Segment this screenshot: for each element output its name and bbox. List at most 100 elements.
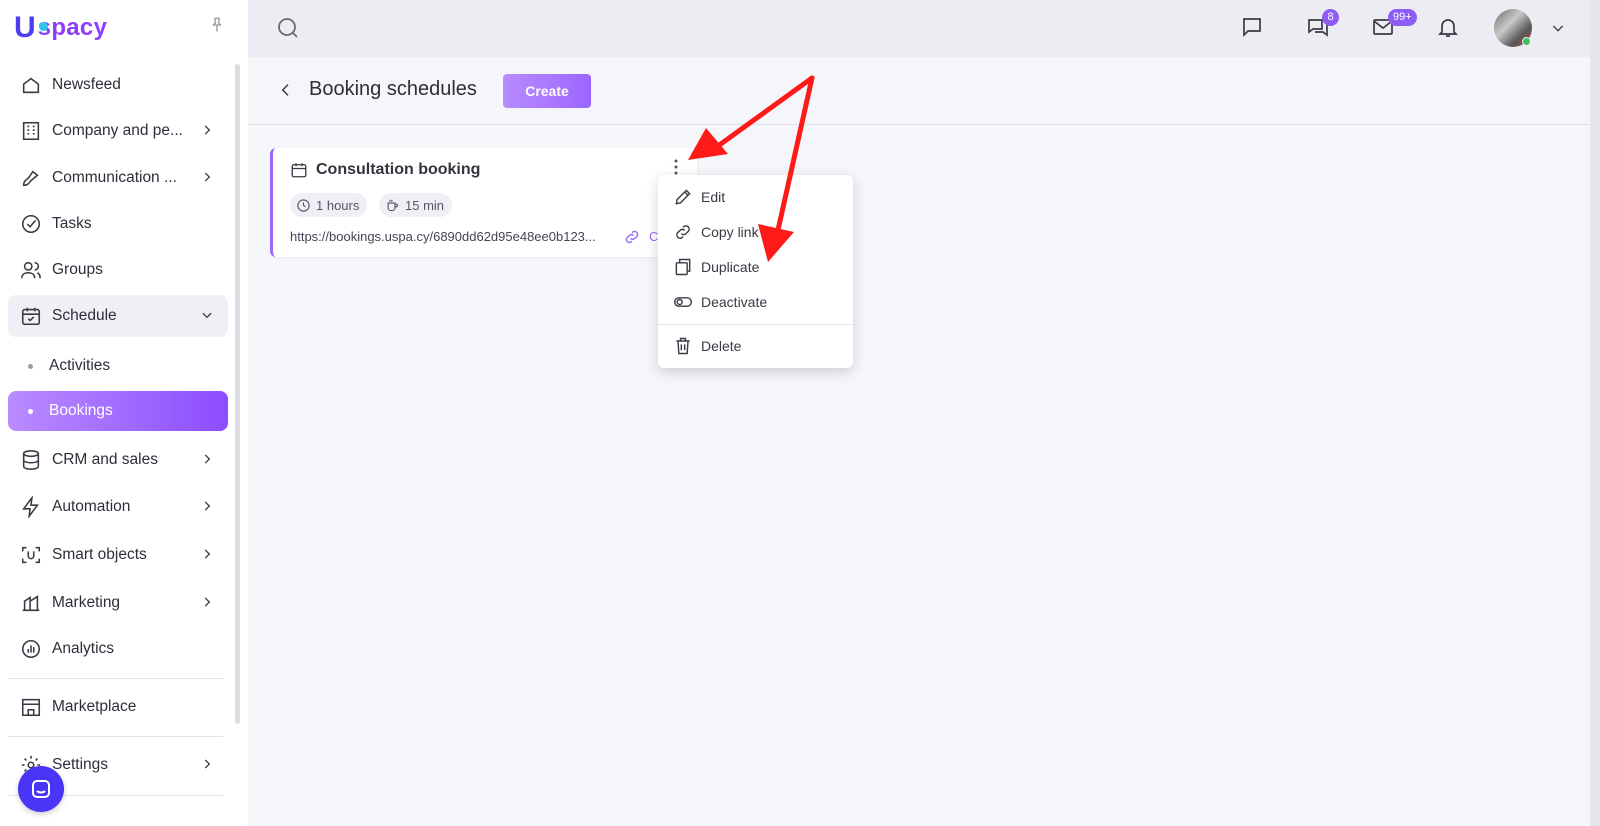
communication-icon (20, 167, 42, 189)
sidebar-item-marketing[interactable]: Marketing (8, 582, 228, 624)
menu-item-delete[interactable]: Delete (658, 329, 853, 363)
menu-item-label: Delete (701, 338, 742, 354)
sidebar-item-crm[interactable]: CRM and sales (8, 439, 228, 481)
chevron-down-icon (202, 312, 212, 319)
sidebar-subitem-label: Bookings (49, 402, 113, 419)
duration-value: 1 hours (316, 197, 360, 213)
menu-divider (658, 324, 853, 325)
store-icon (20, 696, 42, 718)
chevron-right-icon (204, 125, 211, 135)
sidebar: U spacy Newsfeed Company and pe... Commu… (0, 0, 248, 826)
bullet (28, 363, 33, 369)
back-arrow-icon[interactable] (278, 82, 294, 98)
sidebar-item-tasks[interactable]: Tasks (8, 203, 228, 245)
calendar-icon (20, 305, 42, 327)
chart-icon (20, 638, 42, 660)
pin-icon[interactable] (208, 16, 226, 34)
sidebar-item-company[interactable]: Company and pe... (8, 110, 228, 152)
calendar-icon (291, 163, 307, 178)
page-title: Booking schedules (309, 78, 477, 100)
sidebar-item-label: Newsfeed (52, 76, 121, 93)
sidebar-item-label: Schedule (52, 307, 117, 324)
break-chip: 15 min (379, 193, 453, 217)
create-button[interactable]: Create (503, 74, 591, 108)
booking-url[interactable]: https://bookings.uspa.cy/6890dd62d95e48e… (290, 229, 596, 244)
sidebar-subitem-bookings[interactable]: Bookings (8, 391, 228, 431)
chevron-down-icon[interactable] (1550, 20, 1566, 36)
more-options-icon[interactable] (670, 158, 682, 176)
menu-item-edit[interactable]: Edit (658, 180, 853, 214)
sidebar-item-label: Tasks (52, 215, 92, 232)
sidebar-item-label: Communication ... (52, 169, 177, 186)
messages-button[interactable] (1239, 14, 1265, 40)
copy-link-text[interactable]: C (649, 229, 658, 244)
bell-icon (1437, 19, 1459, 37)
search-icon[interactable] (276, 16, 300, 40)
break-value: 15 min (405, 197, 445, 213)
toggle-icon (673, 292, 693, 312)
menu-item-label: Copy link (701, 224, 759, 240)
sidebar-divider (8, 736, 223, 737)
bullet (28, 408, 33, 414)
sidebar-item-schedule[interactable]: Schedule (8, 295, 228, 337)
sidebar-item-marketplace[interactable]: Marketplace (8, 686, 228, 728)
chevron-right-icon (204, 172, 211, 182)
support-chat-button[interactable] (18, 766, 64, 812)
sidebar-item-label: Automation (52, 498, 131, 515)
chat-bubble-icon (32, 780, 50, 798)
clock-icon (297, 198, 310, 212)
sidebar-item-label: Company and pe... (52, 122, 183, 139)
chevron-right-icon (204, 759, 211, 769)
pencil-icon (673, 187, 693, 207)
menu-item-label: Duplicate (701, 259, 760, 275)
sidebar-item-label: Marketing (52, 594, 121, 611)
database-icon (20, 449, 42, 471)
home-icon (20, 74, 42, 96)
chevron-right-icon (204, 454, 211, 464)
chevron-right-icon (204, 597, 211, 607)
menu-item-label: Deactivate (701, 294, 768, 310)
notifications-button[interactable] (1435, 14, 1461, 40)
smart-objects-icon (20, 544, 42, 566)
sidebar-subitem-activities[interactable]: Activities (8, 346, 228, 386)
sidebar-item-label: Smart objects (52, 546, 147, 563)
chat-count-badge: 8 (1322, 9, 1339, 26)
mail-count-badge: 99+ (1388, 9, 1417, 26)
message-square-icon (1243, 18, 1261, 38)
sidebar-item-analytics[interactable]: Analytics (8, 628, 228, 670)
chevron-right-icon (204, 501, 211, 511)
menu-item-duplicate[interactable]: Duplicate (658, 250, 853, 284)
sidebar-item-label: Analytics (52, 640, 115, 657)
building-icon (20, 120, 42, 142)
booking-title[interactable]: Consultation booking (316, 161, 480, 179)
lightning-icon (20, 496, 42, 518)
logo-text: spacy (37, 14, 108, 41)
link-icon[interactable] (623, 228, 641, 246)
sidebar-scrollbar[interactable] (235, 64, 240, 724)
online-status-dot (1522, 37, 1531, 46)
duplicate-icon (673, 257, 693, 277)
sidebar-item-label: Settings (52, 756, 109, 773)
sidebar-item-newsfeed[interactable]: Newsfeed (8, 64, 228, 106)
trash-icon (673, 336, 693, 356)
link-icon (673, 222, 693, 242)
sidebar-item-label: Marketplace (52, 698, 137, 715)
sidebar-item-communication[interactable]: Communication ... (8, 157, 228, 199)
check-circle-icon (20, 213, 42, 235)
app-logo[interactable]: U spacy (14, 10, 107, 46)
marketing-icon (20, 592, 42, 614)
logo-dot (39, 22, 48, 31)
logo-mark: U (14, 11, 36, 44)
sidebar-item-label: CRM and sales (52, 451, 158, 468)
duration-chip: 1 hours (290, 193, 368, 217)
menu-item-deactivate[interactable]: Deactivate (658, 285, 853, 319)
sidebar-item-smart-objects[interactable]: Smart objects (8, 534, 228, 576)
users-icon (20, 259, 42, 281)
coffee-cup-icon (387, 199, 399, 211)
menu-item-copy-link[interactable]: Copy link (658, 215, 853, 249)
sidebar-item-label: Groups (52, 261, 103, 278)
sidebar-item-groups[interactable]: Groups (8, 249, 228, 291)
menu-item-label: Edit (701, 189, 726, 205)
window-edge (1590, 0, 1600, 826)
sidebar-item-automation[interactable]: Automation (8, 486, 228, 528)
